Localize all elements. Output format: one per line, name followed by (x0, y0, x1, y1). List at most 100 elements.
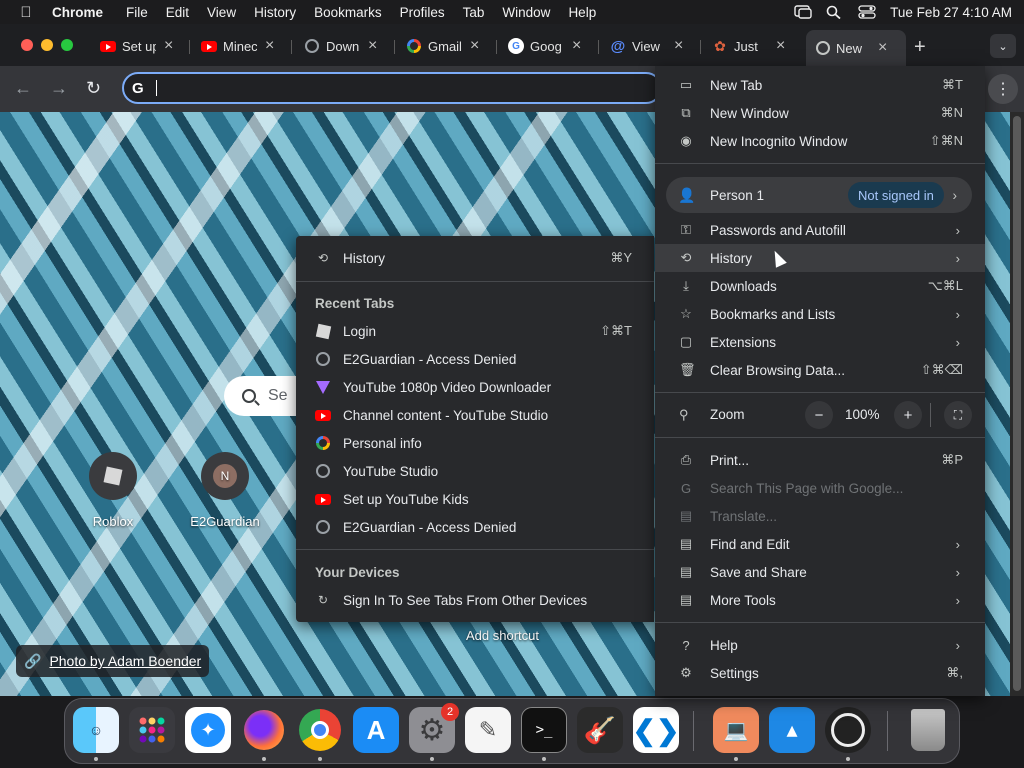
close-tab-icon[interactable]: × (164, 37, 173, 55)
remote-desktop-icon[interactable]: 💻 (713, 707, 759, 753)
garageband-icon[interactable]: 🎸 (577, 707, 623, 753)
recent-tab-item[interactable]: Personal info (296, 429, 654, 457)
firefox-icon[interactable] (241, 707, 287, 753)
menu-help[interactable]: ? Help › (655, 631, 985, 659)
close-tab-icon[interactable]: × (878, 39, 887, 57)
submenu-history-item[interactable]: ⟲ History ⌘Y (296, 244, 654, 272)
chrome-icon[interactable] (297, 707, 343, 753)
fullscreen-icon[interactable]: ⛶ (944, 401, 972, 429)
close-tab-icon[interactable]: × (265, 37, 274, 55)
puzzle-piece-icon: ▢ (679, 334, 693, 349)
omnibox[interactable]: G (122, 72, 662, 104)
vscode-icon[interactable]: ❮❯ (633, 707, 679, 753)
page-scrollbar[interactable] (1010, 112, 1024, 696)
tab-download[interactable]: Down × (304, 32, 377, 60)
menu-zoom: ⚲ Zoom − 100% + ⛶ (655, 401, 985, 429)
control-center-icon[interactable] (858, 5, 876, 19)
screen-mirroring-icon[interactable] (794, 5, 812, 19)
shortcut-label: Roblox (92, 514, 134, 529)
textedit-icon[interactable]: ✎ (465, 707, 511, 753)
menu-save-share[interactable]: ▤ Save and Share › (655, 558, 985, 586)
person-icon: 👤 (678, 186, 696, 203)
close-tab-icon[interactable]: × (674, 37, 683, 55)
terminal-icon[interactable]: >_ (521, 707, 567, 753)
menu-help[interactable]: Help (559, 5, 605, 20)
forward-arrow-icon[interactable]: → (50, 78, 68, 99)
menu-new-window[interactable]: ⧉ New Window ⌘N (655, 99, 985, 127)
scrollbar-thumb[interactable] (1013, 116, 1021, 691)
menu-profiles[interactable]: Profiles (391, 5, 454, 20)
menu-downloads[interactable]: ⤓ Downloads ⌥⌘L (655, 272, 985, 300)
menu-file[interactable]: File (117, 5, 157, 20)
add-shortcut-label[interactable]: Add shortcut (466, 628, 539, 643)
keynote-icon[interactable]: ▴ (769, 707, 815, 753)
menu-settings[interactable]: ⚙ Settings ⌘, (655, 659, 985, 687)
menu-tab[interactable]: Tab (454, 5, 494, 20)
tab-gmail[interactable]: Gmail × (406, 32, 479, 60)
toolbox-icon: ▤ (679, 592, 693, 607)
chevron-right-icon: › (955, 334, 960, 350)
menu-clear-browsing-data[interactable]: 🗑 Clear Browsing Data... ⇧⌘⌫ (655, 356, 985, 384)
app-store-icon[interactable]: A (353, 707, 399, 753)
menu-bookmarks[interactable]: Bookmarks (305, 5, 391, 20)
tab-search-chevron-icon[interactable]: ⌄ (990, 34, 1016, 58)
menu-new-incognito[interactable]: ◉ New Incognito Window ⇧⌘N (655, 127, 985, 155)
close-tab-icon[interactable]: × (368, 37, 377, 55)
tab-google[interactable]: G Goog × (508, 32, 581, 60)
menu-extensions[interactable]: ▢ Extensions › (655, 328, 985, 356)
recent-tab-item[interactable]: Login ⇧⌘T (296, 317, 654, 345)
close-tab-icon[interactable]: × (470, 37, 479, 55)
menu-bookmarks-lists[interactable]: ☆ Bookmarks and Lists › (655, 300, 985, 328)
menu-view[interactable]: View (198, 5, 245, 20)
safari-icon[interactable]: ✦ (185, 707, 231, 753)
sign-in-devices-item[interactable]: ↻ Sign In To See Tabs From Other Devices (296, 586, 654, 614)
close-tab-icon[interactable]: × (572, 37, 581, 55)
menu-edit[interactable]: Edit (157, 5, 198, 20)
incognito-icon: ◉ (680, 133, 692, 148)
close-tab-icon[interactable]: × (776, 37, 785, 55)
back-arrow-icon[interactable]: ← (14, 78, 32, 99)
menu-bar-clock[interactable]: Tue Feb 27 4:10 AM (890, 5, 1012, 20)
tab-just[interactable]: ✿ Just × (712, 32, 785, 60)
recent-tab-item[interactable]: YouTube Studio (296, 457, 654, 485)
reload-icon[interactable]: ↻ (86, 78, 101, 99)
menu-app-name[interactable]: Chrome (52, 5, 117, 20)
menu-print[interactable]: ⎙ Print... ⌘P (655, 446, 985, 474)
chrome-menu-kebab-icon[interactable]: ⋮ (988, 74, 1018, 104)
shortcut-e2guardian[interactable]: N E2Guardian (180, 452, 270, 529)
photo-credit[interactable]: 🔗 Photo by Adam Boender (16, 645, 210, 677)
menu-history[interactable]: ⟲ History › (655, 244, 985, 272)
tab-new-tab-active[interactable]: New × (806, 30, 906, 66)
menu-new-tab[interactable]: ▭ New Tab ⌘T (655, 71, 985, 99)
zoom-out-minus-icon[interactable]: − (805, 401, 833, 429)
recent-tab-item[interactable]: Set up YouTube Kids (296, 485, 654, 513)
spotlight-search-icon[interactable] (826, 5, 844, 20)
photo-credit-link[interactable]: Photo by Adam Boender (49, 653, 201, 669)
recent-tab-item[interactable]: Channel content - YouTube Studio (296, 401, 654, 429)
shortcut-roblox[interactable]: Roblox (68, 452, 158, 529)
menu-window[interactable]: Window (493, 5, 559, 20)
finder-icon[interactable]: ☺ (73, 707, 119, 753)
trash-icon[interactable] (905, 707, 951, 753)
obs-icon[interactable] (825, 707, 871, 753)
minimize-window-button[interactable] (41, 39, 53, 51)
tab-view[interactable]: @ View × (610, 32, 684, 60)
zoom-in-plus-icon[interactable]: + (894, 401, 922, 429)
launchpad-icon[interactable] (129, 707, 175, 753)
menu-profile-person[interactable]: 👤 Person 1 Not signed in › (666, 177, 972, 213)
menu-history[interactable]: History (245, 5, 305, 20)
chevron-right-icon: › (955, 250, 960, 266)
zoom-window-button[interactable] (61, 39, 73, 51)
apple-icon[interactable]:  (0, 4, 52, 21)
menu-passwords-autofill[interactable]: ⚿ Passwords and Autofill › (655, 216, 985, 244)
avatar-n-icon: N (201, 452, 249, 500)
menu-more-tools[interactable]: ▤ More Tools › (655, 586, 985, 614)
close-window-button[interactable] (21, 39, 33, 51)
tab-minecraft[interactable]: Minec × (201, 32, 274, 60)
recent-tab-item[interactable]: E2Guardian - Access Denied (296, 513, 654, 541)
menu-find-edit[interactable]: ▤ Find and Edit › (655, 530, 985, 558)
new-tab-plus-icon[interactable]: + (914, 36, 926, 59)
recent-tab-item[interactable]: E2Guardian - Access Denied (296, 345, 654, 373)
recent-tab-item[interactable]: YouTube 1080p Video Downloader (296, 373, 654, 401)
tab-set-up[interactable]: Set up × (100, 32, 173, 60)
